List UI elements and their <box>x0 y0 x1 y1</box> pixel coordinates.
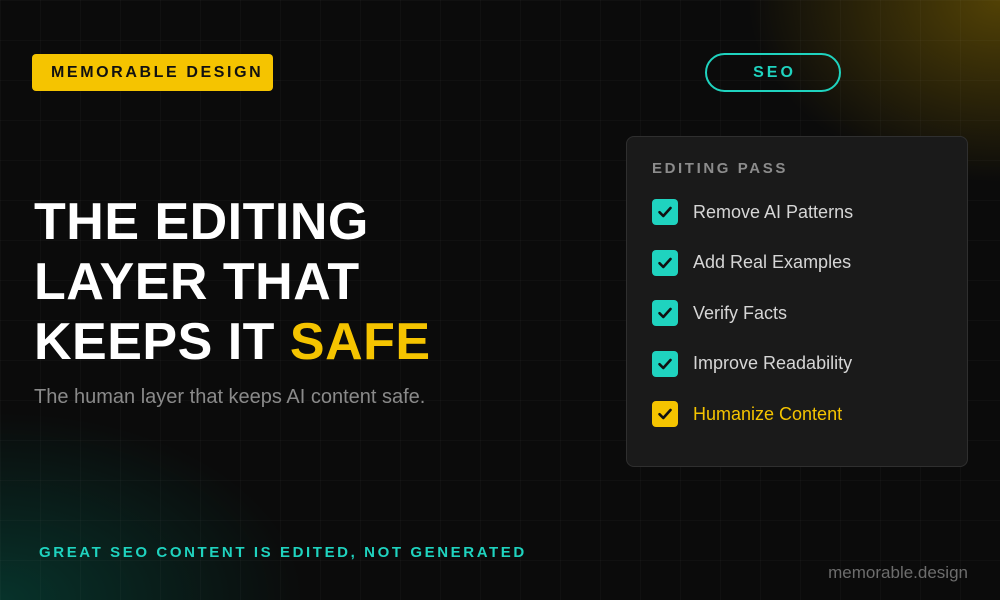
checklist-item-label: Verify Facts <box>693 302 788 323</box>
headline-line-1: THE EDITING <box>34 193 369 251</box>
editing-pass-panel: EDITING PASS Remove AI Patterns Add Real… <box>626 136 968 467</box>
headline: THE EDITING LAYER THAT KEEPS IT SAFE <box>34 192 431 372</box>
checklist-item-label: Humanize Content <box>693 403 843 424</box>
seo-tag-pill: SEO <box>705 53 841 92</box>
checklist-item-humanize-content: Humanize Content <box>652 401 853 427</box>
checklist-item-label: Remove AI Patterns <box>693 201 854 222</box>
checklist-item-add-real-examples: Add Real Examples <box>652 249 853 276</box>
panel-title: EDITING PASS <box>652 160 788 177</box>
checklist-item-verify-facts: Verify Facts <box>652 300 853 326</box>
footer-tagline: GREAT SEO CONTENT IS EDITED, NOT GENERAT… <box>39 544 527 561</box>
checklist-item-label: Improve Readability <box>693 353 853 373</box>
checklist: Remove AI Patterns Add Real Examples Ver… <box>652 199 853 452</box>
site-watermark: memorable.design <box>828 563 968 582</box>
check-icon <box>652 199 678 225</box>
checklist-item-improve-readability: Improve Readability <box>652 350 853 377</box>
check-icon <box>652 401 678 427</box>
check-icon <box>652 300 678 326</box>
headline-line-3: KEEPS IT SAFE <box>34 312 431 372</box>
poster-canvas: MEMORABLE DESIGN SEO THE EDITING LAYER T… <box>0 0 1000 600</box>
headline-line-2: LAYER THAT <box>34 253 360 311</box>
checklist-item-label: Add Real Examples <box>693 252 852 272</box>
checklist-item-remove-ai-patterns: Remove AI Patterns <box>652 199 853 225</box>
subtitle: The human layer that keeps AI content sa… <box>34 386 426 408</box>
headline-line-3-text: KEEPS IT <box>34 313 275 371</box>
check-icon <box>652 249 678 276</box>
headline-accent-word: SAFE <box>289 313 431 371</box>
check-icon <box>652 350 678 377</box>
brand-badge: MEMORABLE DESIGN <box>32 54 273 91</box>
